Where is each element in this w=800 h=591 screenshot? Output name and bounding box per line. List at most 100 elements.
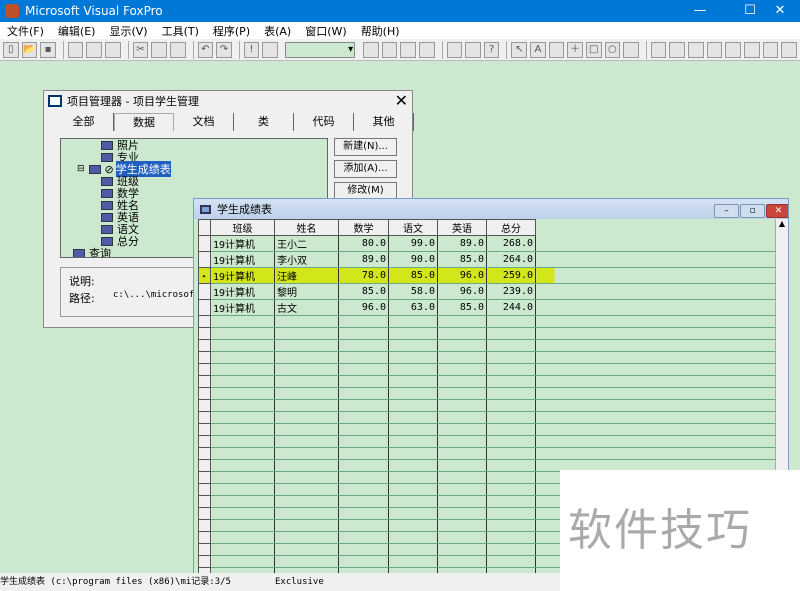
menu-item[interactable]: 程序(P) xyxy=(206,23,257,39)
new-button[interactable]: 新建(N)... xyxy=(334,138,397,156)
grid-cell[interactable] xyxy=(486,555,536,568)
report-icon[interactable] xyxy=(381,41,398,58)
cut-icon[interactable]: ✂ xyxy=(132,41,149,58)
grid-cell[interactable] xyxy=(338,459,389,472)
menu-item[interactable]: 编辑(E) xyxy=(51,23,103,39)
record-marker[interactable] xyxy=(198,235,211,252)
grid-cell[interactable] xyxy=(210,423,275,436)
grid-cell[interactable] xyxy=(274,507,339,520)
grid-cell[interactable] xyxy=(274,423,339,436)
record-marker[interactable]: ▸ xyxy=(198,267,211,284)
grid-cell[interactable]: 244.0 xyxy=(486,299,536,316)
grid-cell[interactable] xyxy=(210,483,275,496)
grid-cell[interactable]: 96.0 xyxy=(437,267,487,284)
grid-cell[interactable] xyxy=(437,531,487,544)
grid-cell[interactable] xyxy=(437,555,487,568)
grid-cell[interactable] xyxy=(486,495,536,508)
grid-cell[interactable] xyxy=(338,471,389,484)
grid-cell[interactable] xyxy=(388,531,438,544)
grid-cell[interactable] xyxy=(486,315,536,328)
record-marker[interactable] xyxy=(198,327,211,340)
grid-cell[interactable] xyxy=(338,411,389,424)
grid-cell[interactable] xyxy=(210,327,275,340)
grid-cell[interactable] xyxy=(274,351,339,364)
line-icon[interactable]: ＋ xyxy=(567,41,583,58)
grid-cell[interactable] xyxy=(388,507,438,520)
collapse-icon[interactable]: ⊟ xyxy=(77,164,85,174)
grid-cell[interactable]: 李小双 xyxy=(274,251,339,268)
grid-cell[interactable] xyxy=(274,531,339,544)
grid-cell[interactable]: 85.0 xyxy=(437,251,487,268)
tab-2[interactable]: 文档 xyxy=(174,113,234,131)
table-row[interactable] xyxy=(198,315,776,328)
grid-cell[interactable] xyxy=(274,411,339,424)
grid-cell[interactable] xyxy=(274,339,339,352)
grid-cell[interactable] xyxy=(437,339,487,352)
table-row[interactable] xyxy=(198,399,776,412)
minimize-button[interactable]: — xyxy=(680,0,720,22)
grid-cell[interactable]: 99.0 xyxy=(388,235,438,252)
grid-cell[interactable] xyxy=(210,399,275,412)
paste-icon[interactable] xyxy=(169,41,186,58)
grid-cell[interactable] xyxy=(274,375,339,388)
grid-cell[interactable] xyxy=(210,519,275,532)
grid-cell[interactable] xyxy=(486,459,536,472)
record-marker[interactable] xyxy=(198,543,211,556)
grid-cell[interactable] xyxy=(437,519,487,532)
grid-cell[interactable]: 汪峰 xyxy=(274,267,339,284)
help-icon[interactable]: ? xyxy=(483,41,500,58)
grid-cell[interactable] xyxy=(274,363,339,376)
align7-icon[interactable] xyxy=(781,41,797,58)
record-marker[interactable] xyxy=(198,519,211,532)
browse-minimize-button[interactable]: – xyxy=(714,204,739,218)
project-close-button[interactable]: ✕ xyxy=(395,93,408,109)
grid-cell[interactable] xyxy=(486,519,536,532)
grid-cell[interactable] xyxy=(437,435,487,448)
grid-cell[interactable] xyxy=(210,555,275,568)
record-marker[interactable] xyxy=(198,459,211,472)
table-row[interactable] xyxy=(198,447,776,460)
grid-cell[interactable] xyxy=(210,435,275,448)
grid-cell[interactable] xyxy=(486,435,536,448)
record-marker[interactable] xyxy=(198,399,211,412)
tab-4[interactable]: 代码 xyxy=(294,113,354,131)
grid-cell[interactable] xyxy=(338,375,389,388)
grid-cell[interactable] xyxy=(388,399,438,412)
grid-cell[interactable] xyxy=(486,543,536,556)
grid-cell[interactable] xyxy=(437,459,487,472)
grid-cell[interactable] xyxy=(338,447,389,460)
grid-cell[interactable] xyxy=(274,387,339,400)
table-row[interactable] xyxy=(198,375,776,388)
grid-cell[interactable]: 王小二 xyxy=(274,235,339,252)
menu-item[interactable]: 窗口(W) xyxy=(298,23,353,39)
align2-icon[interactable] xyxy=(688,41,704,58)
grid-cell[interactable] xyxy=(486,507,536,520)
record-marker[interactable] xyxy=(198,339,211,352)
grid-cell[interactable] xyxy=(338,399,389,412)
grid-cell[interactable] xyxy=(274,543,339,556)
table-row[interactable]: 19计算机 李小双 89.0 90.0 85.0 264.0 xyxy=(198,251,776,268)
grid-cell[interactable] xyxy=(338,363,389,376)
grid-cell[interactable] xyxy=(486,411,536,424)
grid-cell[interactable] xyxy=(274,471,339,484)
grid-cell[interactable] xyxy=(210,459,275,472)
grid-cell[interactable] xyxy=(437,327,487,340)
grid-cell[interactable] xyxy=(338,339,389,352)
grid-cell[interactable]: 78.0 xyxy=(338,267,389,284)
table-row[interactable] xyxy=(198,327,776,340)
record-marker[interactable] xyxy=(198,507,211,520)
record-marker[interactable] xyxy=(198,363,211,376)
toolbar-combo[interactable] xyxy=(285,41,356,58)
menu-item[interactable]: 帮助(H) xyxy=(354,23,407,39)
grid-cell[interactable] xyxy=(486,483,536,496)
grid-cell[interactable] xyxy=(338,555,389,568)
menu-item[interactable]: 工具(T) xyxy=(155,23,206,39)
menu-item[interactable]: 文件(F) xyxy=(0,23,51,39)
browse-close-button[interactable]: ✕ xyxy=(766,204,788,218)
menu-item[interactable]: 表(A) xyxy=(257,23,298,39)
grid-cell[interactable] xyxy=(486,399,536,412)
align6-icon[interactable] xyxy=(762,41,779,58)
grid-cell[interactable] xyxy=(210,495,275,508)
grid-cell[interactable] xyxy=(338,351,389,364)
grid-cell[interactable] xyxy=(437,447,487,460)
